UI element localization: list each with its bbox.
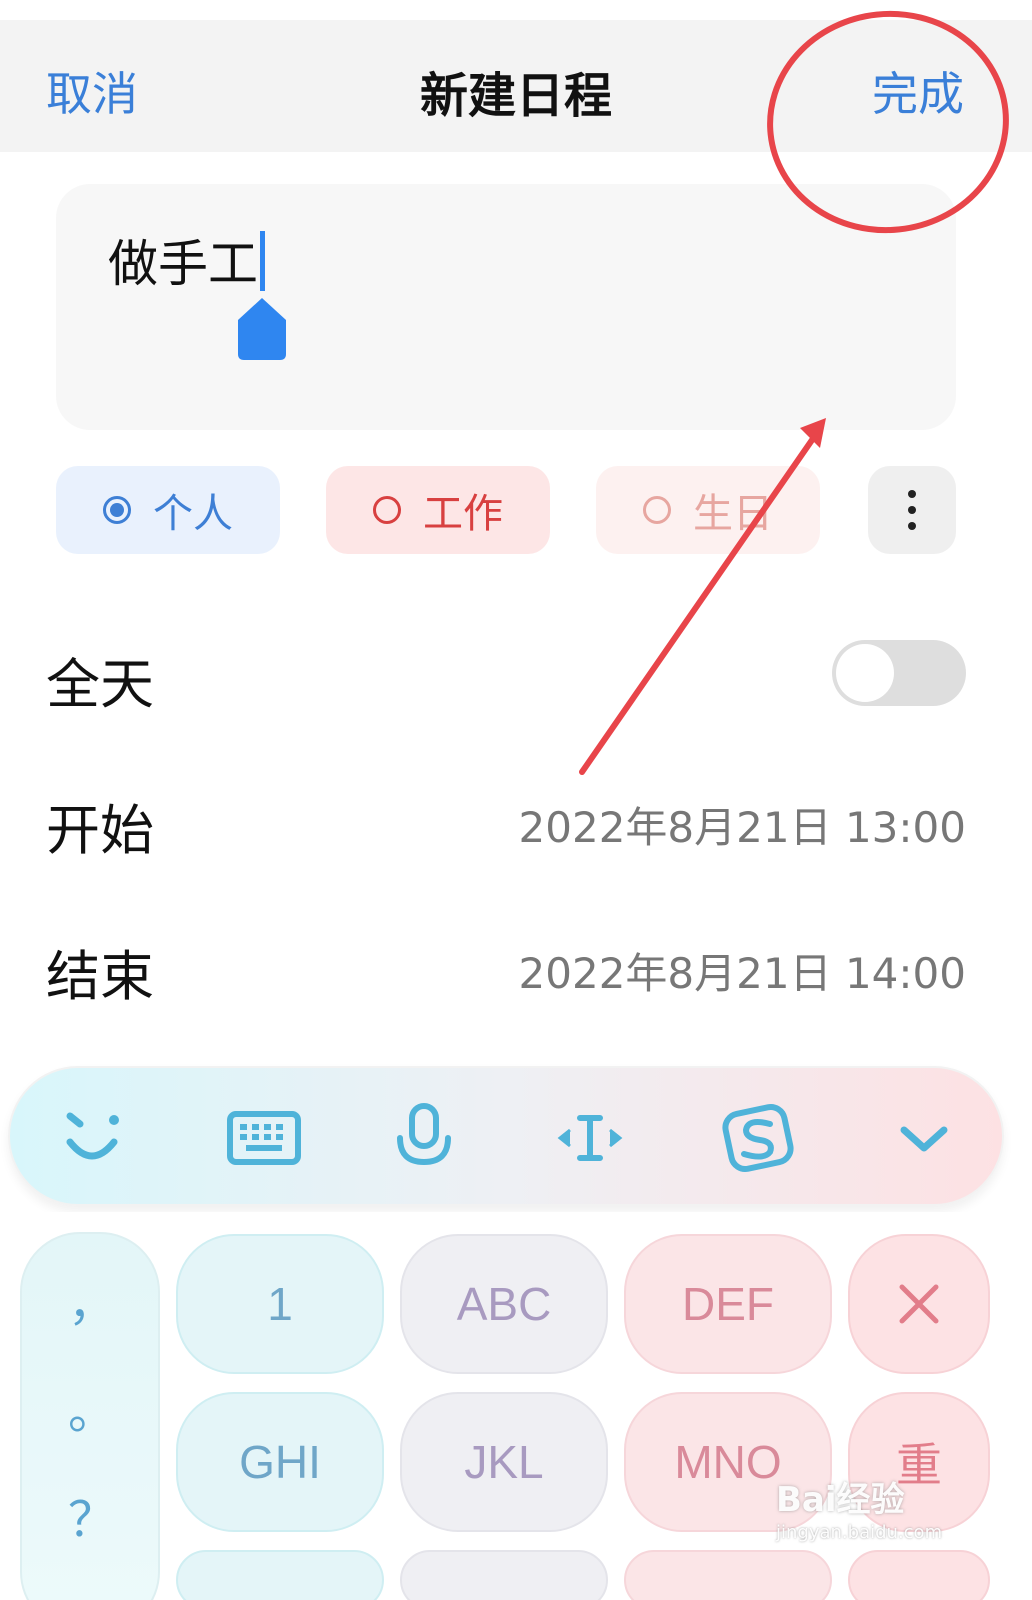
status-bar — [0, 0, 1032, 20]
key-period[interactable]: 。 — [22, 1372, 162, 1442]
delete-icon — [899, 1284, 939, 1324]
cursor-move-icon[interactable] — [550, 1098, 630, 1178]
event-title-text: 做手工 — [108, 235, 258, 293]
all-day-label: 全天 — [46, 653, 154, 716]
key-1[interactable]: 1 — [176, 1234, 384, 1374]
collapse-keyboard-icon[interactable] — [884, 1098, 964, 1178]
key-row3-4[interactable] — [848, 1550, 990, 1600]
event-title-input[interactable]: 做手工 — [108, 224, 265, 296]
key-row3-3[interactable] — [624, 1550, 832, 1600]
key-row3-2[interactable] — [400, 1550, 608, 1600]
done-button[interactable]: 完成 — [872, 58, 964, 124]
emoji-icon[interactable] — [52, 1098, 132, 1178]
key-def[interactable]: DEF — [624, 1234, 832, 1374]
key-abc[interactable]: ABC — [400, 1234, 608, 1374]
watermark-url: jingyan.baidu.com — [776, 1522, 943, 1543]
watermark-brand: Bai经验 — [776, 1480, 905, 1520]
keyboard-toolbar — [8, 1066, 1004, 1206]
start-label: 开始 — [46, 799, 154, 862]
start-datetime[interactable]: 2022年8月21日 13:00 — [519, 794, 966, 855]
event-title-field[interactable]: 做手工 — [56, 184, 956, 430]
delete-key[interactable] — [848, 1234, 990, 1374]
baidu-watermark: Bai经验 jingyan.baidu.com — [776, 1462, 966, 1552]
more-categories-button[interactable] — [868, 466, 956, 554]
radio-unselected-icon — [643, 496, 671, 524]
key-question[interactable]: ？ — [22, 1480, 162, 1550]
category-birthday-chip[interactable]: 生日 — [596, 466, 820, 554]
caret-handle-icon[interactable] — [236, 296, 288, 362]
category-personal-label: 个人 — [153, 491, 233, 537]
text-caret — [260, 231, 265, 291]
key-jkl[interactable]: JKL — [400, 1392, 608, 1532]
all-day-toggle[interactable] — [832, 640, 966, 706]
microphone-icon[interactable] — [384, 1098, 464, 1178]
keyboard-icon[interactable] — [224, 1098, 304, 1178]
radio-selected-icon — [103, 496, 131, 524]
end-datetime[interactable]: 2022年8月21日 14:00 — [519, 940, 966, 1001]
toggle-knob — [836, 644, 894, 702]
sogou-logo-icon[interactable] — [718, 1098, 798, 1178]
key-row3-1[interactable] — [176, 1550, 384, 1600]
nav-bar: 取消 新建日程 完成 — [0, 20, 1032, 152]
category-work-chip[interactable]: 工作 — [326, 466, 550, 554]
key-ghi[interactable]: GHI — [176, 1392, 384, 1532]
more-vertical-icon — [908, 490, 916, 530]
symbol-column[interactable]: ， 。 ？ — [20, 1232, 160, 1600]
category-personal-chip[interactable]: 个人 — [56, 466, 280, 554]
key-comma[interactable]: ， — [22, 1264, 162, 1334]
category-birthday-label: 生日 — [693, 491, 773, 537]
end-label: 结束 — [46, 945, 154, 1008]
radio-unselected-icon — [373, 496, 401, 524]
category-work-label: 工作 — [423, 491, 503, 537]
